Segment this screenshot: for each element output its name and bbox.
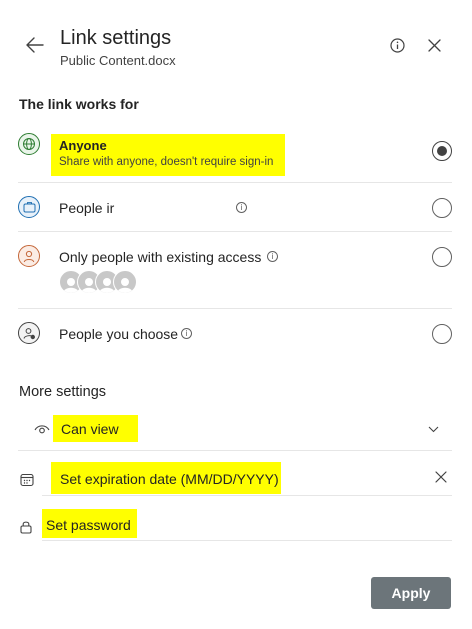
close-icon [435,471,447,483]
option-anyone[interactable]: Anyone Share with anyone, doesn't requir… [18,132,452,178]
link-works-for-heading: The link works for [19,96,139,112]
close-icon [427,38,441,52]
option-anyone-label: Anyone [59,138,107,153]
divider [18,308,452,309]
info-icon [389,37,405,53]
avatar-group [59,270,137,294]
divider [42,540,452,541]
option-anyone-description: Share with anyone, doesn't require sign-… [59,156,274,168]
option-people-in-org[interactable]: People ir i [18,195,452,221]
option-people-you-choose[interactable]: People you choose i [18,321,452,347]
option-people-you-choose-label: People you choose [59,326,179,342]
lock-icon [20,521,32,534]
option-existing-access[interactable]: Only people with existing access i [18,244,452,298]
permission-dropdown[interactable]: Can view [18,414,452,444]
option-people-in-label: People ir [59,200,115,216]
password-field[interactable]: Set password [18,508,452,540]
radio-people-in[interactable] [432,198,452,218]
globe-icon [18,133,40,155]
info-button[interactable] [388,36,406,54]
divider [18,231,452,232]
info-icon[interactable]: i [267,251,278,262]
radio-anyone[interactable] [432,141,452,161]
more-settings-heading: More settings [19,384,107,400]
info-icon[interactable]: i [181,328,192,339]
expiration-date-field[interactable]: Set expiration date (MM/DD/YYYY) [18,460,452,496]
chevron-down-icon [428,426,439,433]
divider [42,495,452,496]
option-existing-access-label: Only people with existing access [59,249,262,265]
person-icon [18,245,40,267]
person-settings-icon [18,322,40,344]
password-placeholder: Set password [46,517,131,533]
avatar [113,270,137,294]
info-icon[interactable]: i [236,202,247,213]
file-name: Public Content.docx [60,53,176,68]
permission-value: Can view [61,421,119,437]
back-button[interactable] [24,34,46,56]
close-button[interactable] [425,36,443,54]
divider [18,182,452,183]
expiration-date-placeholder: Set expiration date (MM/DD/YYYY) [60,471,279,487]
eye-icon [34,425,50,434]
briefcase-icon [18,196,40,218]
divider [18,450,452,451]
calendar-icon [20,473,34,487]
arrow-left-icon [26,37,44,53]
page-title: Link settings [60,27,172,49]
radio-existing-access[interactable] [432,247,452,267]
clear-expiration-button[interactable] [433,469,449,485]
apply-button[interactable]: Apply [371,577,451,609]
radio-people-you-choose[interactable] [432,324,452,344]
